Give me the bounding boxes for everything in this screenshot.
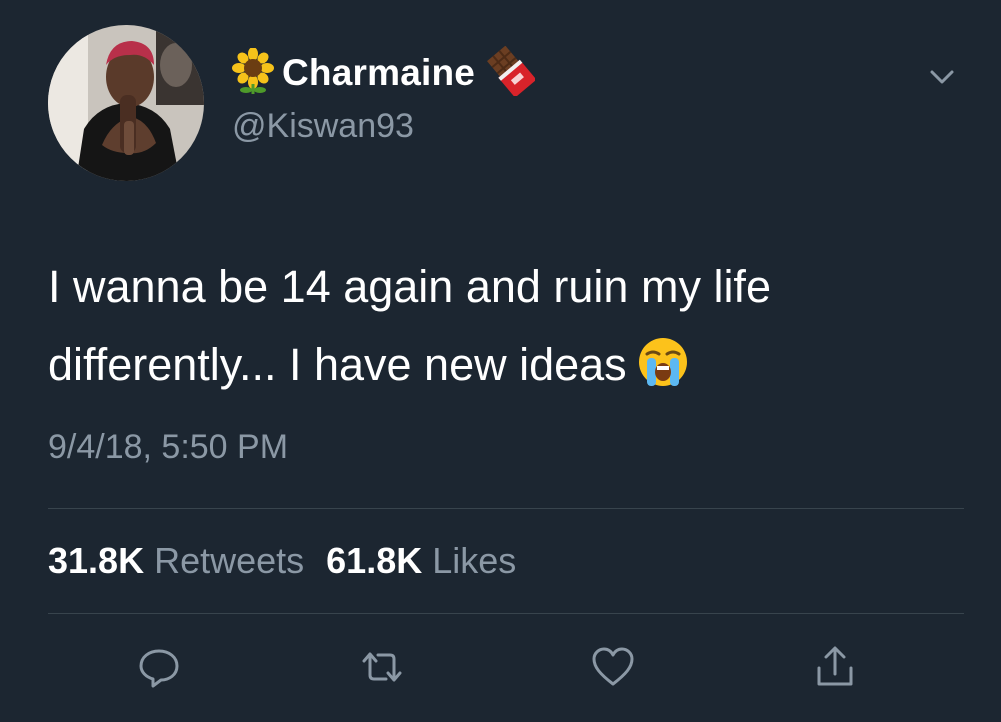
avatar[interactable] [48, 25, 204, 181]
display-name[interactable]: Charmaine [282, 52, 475, 94]
retweet-icon[interactable] [357, 642, 407, 692]
tweet-timestamp[interactable]: 9/4/18, 5:50 PM [48, 428, 288, 467]
tweet-text-line: I wanna be 14 again and ruin my life [48, 261, 771, 312]
likes-stat[interactable]: 61.8K Likes [326, 540, 516, 582]
retweets-count: 31.8K [48, 540, 145, 581]
like-icon[interactable] [588, 642, 638, 692]
divider [48, 508, 964, 509]
divider [48, 613, 964, 614]
tweet-text-line: differently... I have new ideas [48, 326, 968, 412]
tweet-stats: 31.8K Retweets 61.8K Likes [48, 540, 538, 582]
retweets-label: Retweets [154, 540, 305, 581]
user-handle[interactable]: @Kiswan93 [232, 107, 414, 146]
sunflower-icon [232, 46, 274, 99]
chevron-down-icon[interactable] [922, 60, 962, 94]
user-name-row[interactable]: Charmaine [232, 45, 537, 101]
tweet-text-line-content: differently... I have new ideas [48, 339, 627, 390]
likes-label: Likes [432, 540, 517, 581]
tweet-card: Charmaine @Kiswan93 I wanna be 14 again … [0, 0, 1001, 722]
loudly-crying-face-icon [637, 334, 689, 412]
retweets-stat[interactable]: 31.8K Retweets [48, 540, 304, 582]
share-icon[interactable] [810, 642, 860, 692]
reply-icon[interactable] [134, 642, 184, 692]
chocolate-bar-icon [487, 45, 537, 101]
likes-count: 61.8K [326, 540, 423, 581]
tweet-text: I wanna be 14 again and ruin my life dif… [48, 248, 968, 412]
